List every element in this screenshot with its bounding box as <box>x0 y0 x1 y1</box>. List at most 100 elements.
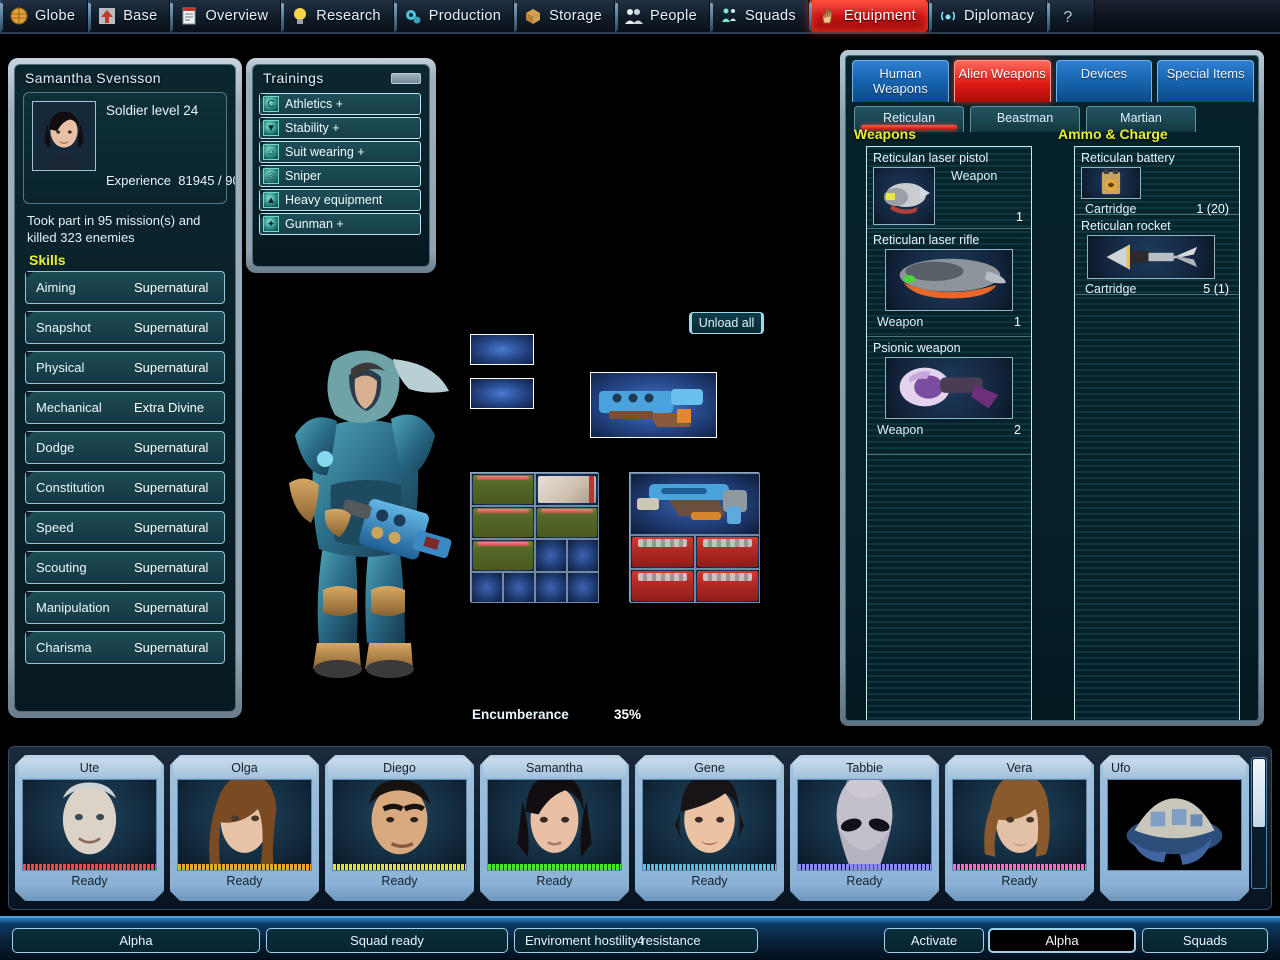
equipment-panel: Human WeaponsAlien WeaponsDevicesSpecial… <box>840 50 1264 726</box>
health-bar <box>23 864 156 870</box>
skills-list: AimingSupernatural SnapshotSupernatural Ph… <box>15 271 235 664</box>
nav-item-label: Research <box>316 8 380 24</box>
squad-member-portrait <box>952 779 1087 871</box>
belt-cell[interactable] <box>630 535 695 569</box>
belt-weapon-cell[interactable] <box>630 473 760 535</box>
trainings-collapse-handle[interactable] <box>391 73 421 84</box>
nav-item-diplomacy[interactable]: Diplomacy <box>929 0 1047 32</box>
equip-slot-2[interactable] <box>470 378 534 409</box>
ammo-item[interactable]: Reticulan rocketCartridge5 (1) <box>1075 215 1239 295</box>
nav-item-globe[interactable]: Globe <box>0 0 88 32</box>
skill-row[interactable]: CharismaSupernatural <box>25 631 225 664</box>
squad-member-portrait <box>797 779 932 871</box>
top-navigation-bar: GlobeBase Overview Research ProductionStora… <box>0 0 1280 34</box>
nav-item-production[interactable]: Production <box>394 0 514 32</box>
backpack-cell-empty[interactable] <box>535 572 567 603</box>
training-row[interactable]: ▼Stability + <box>259 117 421 139</box>
training-row[interactable]: ☺Suit wearing + <box>259 141 421 163</box>
skill-row[interactable]: ScoutingSupernatural <box>25 551 225 584</box>
nav-item-overview[interactable]: Overview <box>170 0 281 32</box>
skill-row[interactable]: SnapshotSupernatural <box>25 311 225 344</box>
trainings-panel: Trainings CAthletics +▼Stability +☺Suit … <box>246 58 436 273</box>
nav-item-squads[interactable]: Squads <box>710 0 809 32</box>
nav-item-storage[interactable]: Storage <box>514 0 615 32</box>
skill-value: Supernatural <box>134 440 208 455</box>
weapon-item[interactable]: Reticulan laser rifleWeapon1 <box>867 229 1031 337</box>
squad-member-card[interactable]: UteReady <box>15 755 164 901</box>
weapon-quantity: 2 <box>1014 423 1021 437</box>
skill-row[interactable]: ManipulationSupernatural <box>25 591 225 624</box>
tab-alien-weapons[interactable]: Alien Weapons <box>954 60 1051 102</box>
nav-item-equipment[interactable]: Equipment <box>809 0 929 32</box>
training-row[interactable]: ✦Gunman + <box>259 213 421 235</box>
globe-icon <box>9 6 29 26</box>
backpack-cell-empty[interactable] <box>471 572 503 603</box>
skill-row[interactable]: DodgeSupernatural <box>25 431 225 464</box>
ammo-kind: Cartridge <box>1085 202 1136 216</box>
ammo-list[interactable]: Reticulan batteryCartridge1 (20)Reticula… <box>1074 146 1240 721</box>
nav-item-[interactable]: ? <box>1047 0 1095 32</box>
equip-slot-1[interactable] <box>470 334 534 365</box>
tab-special-items[interactable]: Special Items <box>1157 60 1254 102</box>
soldier-3d-model[interactable] <box>265 335 465 705</box>
skill-row[interactable]: PhysicalSupernatural <box>25 351 225 384</box>
heavy-equipment-icon: ▲ <box>263 192 279 208</box>
squad-member-card[interactable]: Ufo <box>1100 755 1249 901</box>
belt-cell[interactable] <box>695 569 760 603</box>
squads-button[interactable]: Squads <box>1142 928 1268 953</box>
backpack-cell-empty[interactable] <box>567 572 599 603</box>
squad-member-card[interactable]: VeraReady <box>945 755 1094 901</box>
weapons-list[interactable]: Reticulan laser pistolWeapon1Reticulan l… <box>866 146 1032 721</box>
backpack-grid[interactable] <box>470 472 598 602</box>
ammo-name: Reticulan battery <box>1081 151 1233 165</box>
backpack-cell[interactable] <box>471 473 535 506</box>
squad-member-card[interactable]: DiegoReady <box>325 755 474 901</box>
tab-human-weapons[interactable]: Human Weapons <box>852 60 949 102</box>
tab-devices[interactable]: Devices <box>1056 60 1153 102</box>
ammo-item[interactable]: Reticulan batteryCartridge1 (20) <box>1075 147 1239 215</box>
squad-name-field[interactable]: Alpha <box>12 928 260 953</box>
training-row[interactable]: ▲Heavy equipment <box>259 189 421 211</box>
backpack-cell[interactable] <box>535 473 599 506</box>
skill-row[interactable]: MechanicalExtra Divine <box>25 391 225 424</box>
equipped-weapon-slot[interactable] <box>590 372 717 438</box>
backpack-cell-empty[interactable] <box>535 539 567 572</box>
unload-all-button[interactable]: Unload all <box>689 312 764 334</box>
squad-member-card[interactable]: SamanthaReady <box>480 755 629 901</box>
squad-scrollbar[interactable] <box>1251 757 1267 889</box>
skill-row[interactable]: SpeedSupernatural <box>25 511 225 544</box>
backpack-cell[interactable] <box>471 539 535 572</box>
nav-item-research[interactable]: Research <box>281 0 393 32</box>
skill-row[interactable]: ConstitutionSupernatural <box>25 471 225 504</box>
squad-member-card[interactable]: OlgaReady <box>170 755 319 901</box>
belt-cell[interactable] <box>695 535 760 569</box>
skills-header: Skills <box>15 246 235 271</box>
squad-scrollbar-thumb[interactable] <box>1253 759 1265 827</box>
training-row[interactable]: ◎Sniper <box>259 165 421 187</box>
squad-member-card[interactable]: TabbieReady <box>790 755 939 901</box>
nav-item-label: Overview <box>205 8 268 24</box>
backpack-cell[interactable] <box>535 506 599 539</box>
training-row[interactable]: CAthletics + <box>259 93 421 115</box>
nav-item-label: Squads <box>745 8 796 24</box>
belt-grid[interactable] <box>629 472 759 602</box>
hostility-resistance-field: Enviroment hostility resistance 4 <box>514 928 758 953</box>
nav-item-people[interactable]: People <box>615 0 710 32</box>
backpack-cell-empty[interactable] <box>567 539 599 572</box>
skill-row[interactable]: AimingSupernatural <box>25 271 225 304</box>
backpack-cell-empty[interactable] <box>503 572 535 603</box>
weapon-item[interactable]: Psionic weaponWeapon2 <box>867 337 1031 455</box>
squad-member-name: Ute <box>18 758 161 777</box>
alpha-selector-button[interactable]: Alpha <box>988 928 1136 953</box>
bottom-status-bar: Alpha Squad ready Enviroment hostility r… <box>0 916 1280 960</box>
nav-item-base[interactable]: Base <box>88 0 170 32</box>
nav-item-label: People <box>650 8 697 24</box>
backpack-cell[interactable] <box>471 506 535 539</box>
weapon-item[interactable]: Reticulan laser pistolWeapon1 <box>867 147 1031 229</box>
training-label: Sniper <box>285 169 321 183</box>
activate-button[interactable]: Activate <box>884 928 984 953</box>
soldier-header-box: Soldier level 24 Experience 81945 / 9030… <box>23 92 227 204</box>
squad-member-card[interactable]: GeneReady <box>635 755 784 901</box>
squad-member-status: Ready <box>638 871 781 888</box>
belt-cell[interactable] <box>630 569 695 603</box>
